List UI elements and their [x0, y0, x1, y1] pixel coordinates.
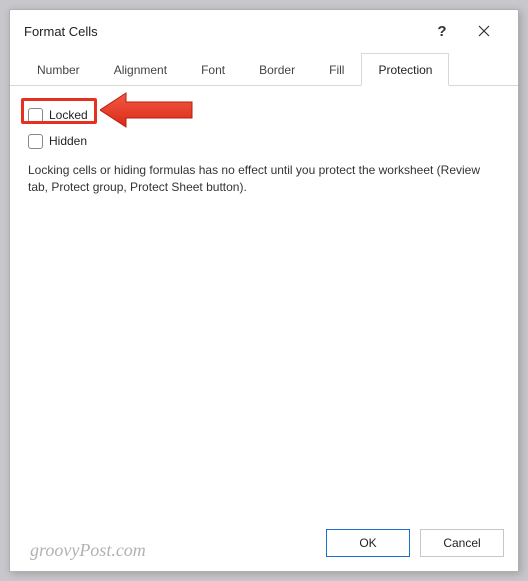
close-button[interactable]: [464, 16, 504, 46]
tab-fill[interactable]: Fill: [312, 53, 361, 86]
ok-button[interactable]: OK: [326, 529, 410, 557]
protection-panel: Locked Hidden Locking cells or hiding fo…: [10, 86, 518, 515]
locked-checkbox[interactable]: [28, 108, 43, 123]
cancel-button[interactable]: Cancel: [420, 529, 504, 557]
help-button[interactable]: ?: [422, 16, 462, 46]
locked-label[interactable]: Locked: [49, 108, 88, 123]
tab-alignment[interactable]: Alignment: [97, 53, 184, 86]
hidden-row: Hidden: [28, 130, 500, 152]
tab-protection[interactable]: Protection: [361, 53, 449, 86]
tab-number[interactable]: Number: [20, 53, 97, 86]
tab-font[interactable]: Font: [184, 53, 242, 86]
info-text: Locking cells or hiding formulas has no …: [28, 162, 500, 197]
dialog-title: Format Cells: [24, 24, 422, 39]
tab-bar: Number Alignment Font Border Fill Protec…: [10, 52, 518, 86]
dialog-footer: groovyPost.com OK Cancel: [10, 515, 518, 571]
tab-border[interactable]: Border: [242, 53, 312, 86]
locked-row: Locked: [28, 104, 500, 126]
hidden-checkbox[interactable]: [28, 134, 43, 149]
titlebar: Format Cells ?: [10, 10, 518, 52]
watermark-text: groovyPost.com: [30, 540, 146, 561]
hidden-label[interactable]: Hidden: [49, 134, 87, 148]
format-cells-dialog: Format Cells ? Number Alignment Font Bor…: [9, 9, 519, 572]
close-icon: [478, 25, 490, 37]
